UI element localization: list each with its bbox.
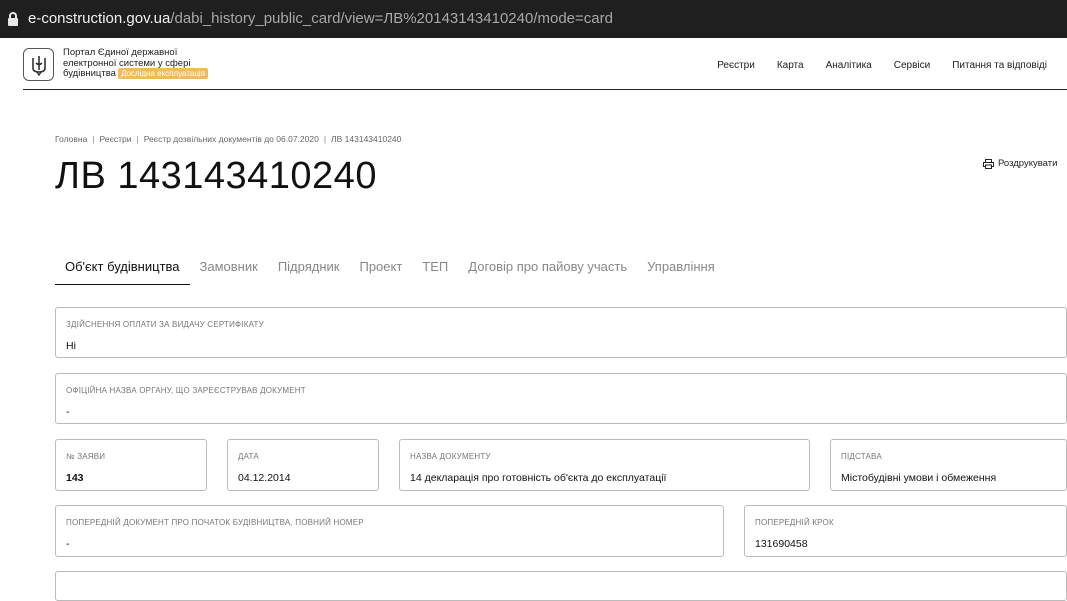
tab-contractor[interactable]: Підрядник <box>268 256 350 285</box>
portal-name[interactable]: Портал Єдиної державної електронної сист… <box>63 47 209 80</box>
tab-construction-object[interactable]: Об'єкт будівництва <box>55 256 190 285</box>
field-basis: Підстава Містобудівні умови і обмеження <box>830 439 1067 491</box>
field-next <box>55 571 1067 601</box>
main-nav: Реєстри Карта Аналітика Сервіси Питання … <box>717 60 1047 71</box>
field-document-name: Назва документу 14 декларація про готовн… <box>399 439 810 491</box>
trident-logo-icon[interactable] <box>23 48 54 81</box>
lock-icon <box>8 12 18 26</box>
tab-project[interactable]: Проект <box>349 256 412 285</box>
url-text[interactable]: e-construction.gov.ua/dabi_history_publi… <box>28 10 613 27</box>
tab-management[interactable]: Управління <box>637 256 725 285</box>
breadcrumb-registry[interactable]: Реєстр дозвільних документів до 06.07.20… <box>144 134 319 144</box>
beta-badge: Дослідна експлуатація <box>117 68 209 79</box>
tab-customer[interactable]: Замовник <box>190 256 268 285</box>
nav-analytics[interactable]: Аналітика <box>826 60 872 71</box>
breadcrumb: Головна | Реєстри | Реєстр дозвільних докуме… <box>55 134 402 144</box>
field-previous-step: Попередній крок 131690458 <box>744 505 1067 557</box>
browser-url-bar[interactable]: e-construction.gov.ua/dabi_history_publi… <box>0 0 1067 38</box>
page-title: ЛВ 143143410240 <box>55 155 377 197</box>
tab-share-agreement[interactable]: Договір про пайову участь <box>458 256 637 285</box>
site-header: Портал Єдиної державної електронної сист… <box>23 40 1067 90</box>
printer-icon <box>983 158 994 169</box>
field-date: Дата 04.12.2014 <box>227 439 379 491</box>
field-payment: Здійснення оплати за видачу сертифікату … <box>55 307 1067 358</box>
nav-map[interactable]: Карта <box>777 60 804 71</box>
breadcrumb-registries[interactable]: Реєстри <box>100 134 132 144</box>
tab-tep[interactable]: ТЕП <box>412 256 458 285</box>
nav-services[interactable]: Сервіси <box>894 60 930 71</box>
field-application-number: № заяви 143 <box>55 439 207 491</box>
field-registering-organ: Офіційна назва органу, що зареєстрував д… <box>55 373 1067 424</box>
breadcrumb-current: ЛВ 143143410240 <box>331 134 402 144</box>
breadcrumb-home[interactable]: Головна <box>55 134 87 144</box>
tab-bar: Об'єкт будівництва Замовник Підрядник Пр… <box>55 256 725 285</box>
nav-faq[interactable]: Питання та відповіді <box>952 60 1047 71</box>
field-previous-document: Попередній документ про початок будівниц… <box>55 505 724 557</box>
print-button[interactable]: Роздрукувати <box>983 158 1057 169</box>
nav-registries[interactable]: Реєстри <box>717 60 755 71</box>
